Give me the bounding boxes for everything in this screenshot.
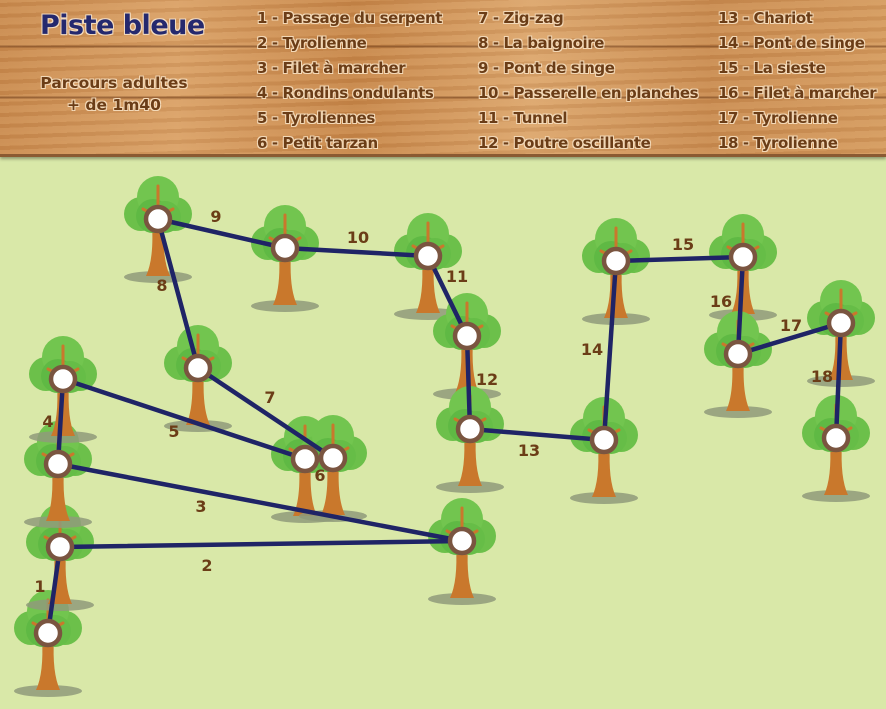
legend-item: 17 - Tyrolienne <box>718 109 838 127</box>
platform-node <box>45 532 75 562</box>
segment-label-10: 10 <box>347 228 369 247</box>
segment-label-16: 16 <box>710 292 732 311</box>
legend-column-1: 1 - Passage du serpent 2 - Tyrolienne 3 … <box>257 6 442 156</box>
legend-item: 16 - Filet à marcher <box>718 84 877 102</box>
platform-node <box>48 364 78 394</box>
platform-node <box>826 308 856 338</box>
platform-node <box>728 242 758 272</box>
legend-item: 4 - Rondins ondulants <box>257 84 434 102</box>
course-title: Piste bleue <box>40 10 205 41</box>
platform-node <box>601 246 631 276</box>
platform-node <box>270 233 300 263</box>
legend-column-2: 7 - Zig-zag 8 - La baignoire 9 - Pont de… <box>478 6 699 156</box>
segment-label-14: 14 <box>581 340 603 359</box>
segment-label-9: 9 <box>210 207 221 226</box>
legend-item: 2 - Tyrolienne <box>257 34 367 52</box>
platform-node <box>452 321 482 351</box>
platform-node <box>821 423 851 453</box>
segment-label-17: 17 <box>780 316 802 335</box>
legend-item: 13 - Chariot <box>718 9 813 27</box>
course-map: 123456789101112131415161718 <box>14 176 875 697</box>
platform-node <box>589 425 619 455</box>
legend-item: 1 - Passage du serpent <box>257 9 443 27</box>
segment-label-5: 5 <box>168 422 179 441</box>
segment-label-3: 3 <box>195 497 206 516</box>
legend-item: 7 - Zig-zag <box>478 9 564 27</box>
path-segment-3 <box>55 461 465 544</box>
segment-label-2: 2 <box>201 556 212 575</box>
platform-node <box>43 449 73 479</box>
segment-label-15: 15 <box>672 235 694 254</box>
path-segment-2 <box>57 538 465 550</box>
wooden-sign-header: Piste bleue Parcours adultes + de 1m40 1… <box>0 0 886 157</box>
legend-item: 8 - La baignoire <box>478 34 605 52</box>
platform-node <box>183 353 213 383</box>
legend-item: 3 - Filet à marcher <box>257 59 406 77</box>
legend-item: 12 - Poutre oscillante <box>478 134 651 152</box>
platform-node <box>290 444 320 474</box>
segment-label-7: 7 <box>264 388 275 407</box>
platform-node <box>723 339 753 369</box>
segment-label-4: 4 <box>42 412 53 431</box>
segment-label-1: 1 <box>34 577 45 596</box>
segment-label-18: 18 <box>811 367 833 386</box>
segment-label-12: 12 <box>476 370 498 389</box>
platform-node <box>455 414 485 444</box>
platform-node <box>447 526 477 556</box>
legend-item: 5 - Tyroliennes <box>257 109 375 127</box>
course-subtitle: Parcours adultes + de 1m40 <box>40 72 188 116</box>
subtitle-audience: Parcours adultes <box>40 74 188 92</box>
legend-column-3: 13 - Chariot 14 - Pont de singe 15 - La … <box>718 6 877 156</box>
legend-item: 11 - Tunnel <box>478 109 568 127</box>
legend-item: 6 - Petit tarzan <box>257 134 378 152</box>
platform-node <box>413 241 443 271</box>
legend-item: 10 - Passerelle en planches <box>478 84 699 102</box>
legend-item: 15 - La sieste <box>718 59 826 77</box>
legend-item: 9 - Pont de singe <box>478 59 615 77</box>
platform-node <box>33 618 63 648</box>
segment-label-8: 8 <box>156 276 167 295</box>
legend-item: 18 - Tyrolienne <box>718 134 838 152</box>
segment-label-13: 13 <box>518 441 540 460</box>
segment-label-6: 6 <box>314 466 325 485</box>
platform-node <box>143 204 173 234</box>
segment-label-11: 11 <box>446 267 468 286</box>
legend-item: 14 - Pont de singe <box>718 34 865 52</box>
subtitle-height-requirement: + de 1m40 <box>67 96 161 114</box>
